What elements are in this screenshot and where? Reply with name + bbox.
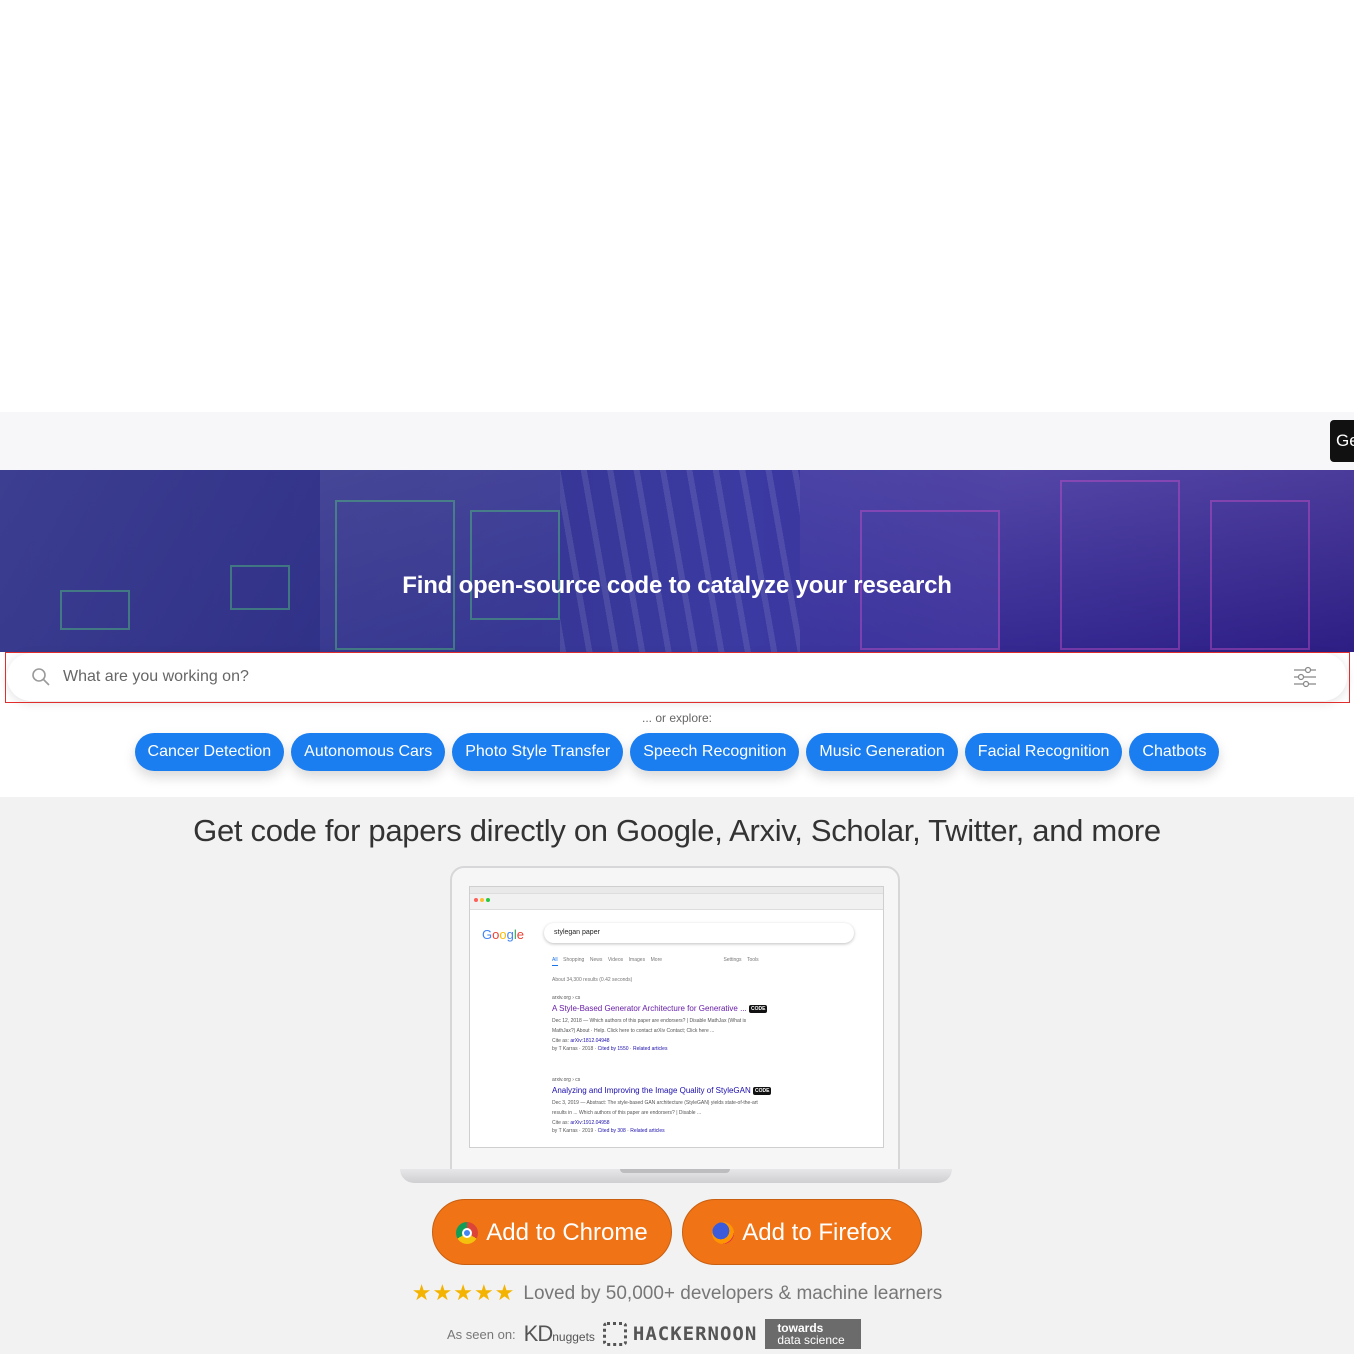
add-to-chrome-button[interactable]: Add to Chrome [432, 1199, 672, 1265]
hero-image-panel [0, 470, 320, 652]
mac-menubar [470, 887, 883, 894]
hero-road-graphic [560, 470, 800, 652]
code-badge: CODE [749, 1004, 768, 1013]
google-logo: Google [482, 927, 524, 942]
hackernoon-logo[interactable]: HACKERNOON [602, 1322, 757, 1346]
topic-chip-speech-recognition[interactable]: Speech Recognition [630, 733, 800, 771]
filter-sliders-icon[interactable] [1293, 665, 1317, 689]
topic-chip-chatbots[interactable]: Chatbots [1129, 733, 1220, 771]
laptop-screen: Google stylegan paper All Shopping News … [469, 886, 884, 1148]
code-badge: CODE [753, 1086, 772, 1095]
kdnuggets-logo[interactable]: KDnuggets [524, 1321, 595, 1347]
get-extension-button[interactable]: Ge [1330, 420, 1354, 462]
topic-chip-facial-recognition[interactable]: Facial Recognition [964, 733, 1123, 771]
hero-banner: Find open-source code to catalyze your r… [0, 470, 1354, 652]
window-close-dot [474, 898, 478, 902]
detection-box [1060, 480, 1180, 650]
as-seen-on: As seen on: KDnuggets HACKERNOON towards… [447, 1318, 862, 1350]
topic-chip-music-generation[interactable]: Music Generation [806, 733, 958, 771]
window-minimize-dot [480, 898, 484, 902]
search-icon [32, 668, 50, 686]
hackernoon-icon [602, 1322, 627, 1346]
laptop-lid: Google stylegan paper All Shopping News … [450, 866, 900, 1172]
as-seen-on-label: As seen on: [447, 1326, 516, 1342]
promo-headline: Get code for papers directly on Google, … [193, 813, 1161, 848]
google-result-stats: About 34,300 results (0.42 seconds) [552, 977, 633, 983]
star-rating-icon: ★★★★★ [411, 1280, 516, 1305]
top-bar [0, 412, 1354, 470]
hero-title: Find open-source code to catalyze your r… [402, 572, 952, 599]
rating-row: ★★★★★ Loved by 50,000+ developers & machi… [0, 1280, 1354, 1306]
laptop-base [400, 1169, 952, 1183]
window-zoom-dot [486, 898, 490, 902]
topic-chip-photo-style-transfer[interactable]: Photo Style Transfer [452, 733, 624, 771]
blank-top-area [0, 0, 1354, 412]
towards-data-science-logo[interactable]: towards data science [765, 1319, 862, 1349]
explore-label: ... or explore: [641, 711, 713, 725]
rating-text: Loved by 50,000+ developers & machine le… [523, 1283, 943, 1304]
google-search-box: stylegan paper [544, 923, 854, 943]
browser-tabbar [470, 894, 883, 910]
search-input[interactable] [63, 653, 1263, 701]
google-result: arxiv.org › cs A Style-Based Generator A… [552, 995, 768, 1052]
search-bar[interactable] [7, 653, 1347, 701]
topic-chips: Cancer Detection Autonomous Cars Photo S… [0, 733, 1354, 771]
topic-chip-autonomous-cars[interactable]: Autonomous Cars [291, 733, 446, 771]
firefox-icon [712, 1222, 735, 1244]
detection-box [470, 510, 560, 620]
add-to-firefox-button[interactable]: Add to Firefox [682, 1199, 922, 1265]
google-tabs: All Shopping News Videos Images More Set… [552, 957, 759, 966]
chrome-icon [456, 1222, 479, 1244]
topic-chip-cancer-detection[interactable]: Cancer Detection [134, 733, 285, 771]
laptop-mockup: Google stylegan paper All Shopping News … [400, 866, 952, 1188]
google-result: arxiv.org › cs Analyzing and Improving t… [552, 1077, 772, 1134]
